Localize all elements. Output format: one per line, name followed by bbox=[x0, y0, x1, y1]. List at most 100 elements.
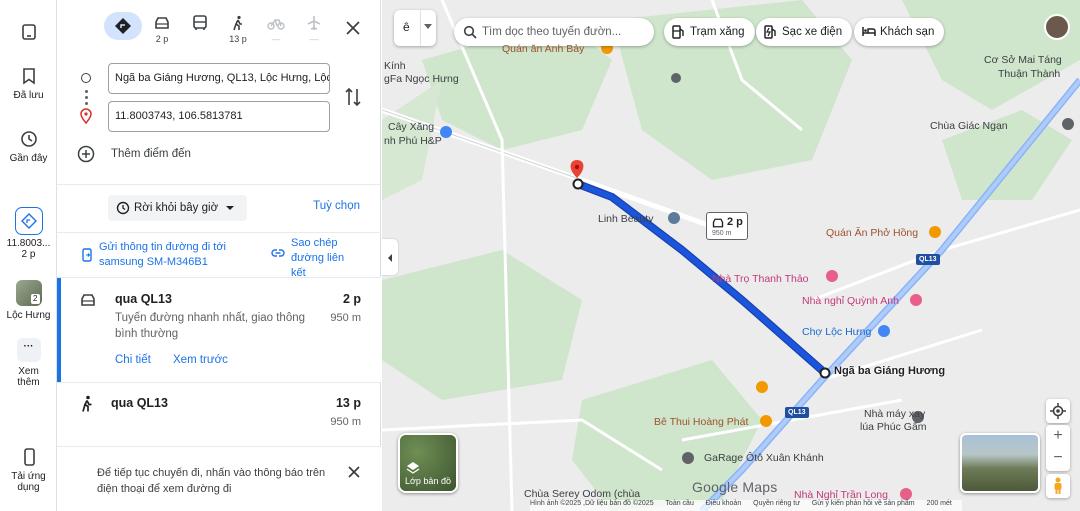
chip-hotel[interactable]: Khách sạn bbox=[854, 18, 945, 46]
search-along-route-input[interactable]: Tìm dọc theo tuyến đườn... bbox=[454, 18, 654, 46]
directions-fill-icon bbox=[115, 18, 131, 34]
close-icon[interactable] bbox=[347, 465, 361, 479]
mode-transit[interactable] bbox=[181, 12, 219, 52]
map-label-garage[interactable]: GaRage Ôtô Xuân Khánh bbox=[704, 452, 824, 464]
selector-divider bbox=[420, 10, 421, 46]
street-view-thumbnail[interactable] bbox=[960, 433, 1040, 493]
route-preview-link[interactable]: Xem trước bbox=[173, 354, 228, 366]
rail-current-route[interactable]: 11.8003... 2 p bbox=[0, 207, 57, 260]
map-label-kinh[interactable]: Kính bbox=[384, 60, 406, 72]
zoom-in-button[interactable]: + bbox=[1046, 425, 1070, 447]
phone-icon bbox=[23, 448, 35, 466]
route-time: 13 p bbox=[335, 396, 361, 410]
depart-time-dropdown[interactable]: Rời khỏi bây giờ bbox=[108, 195, 248, 221]
footer-global[interactable]: Toàn cầu bbox=[665, 500, 693, 507]
route-card-distance: 950 m bbox=[712, 230, 732, 237]
directions-panel: 2 p 13 p — — Ngã ba Giáng Hương, QL13, L… bbox=[57, 0, 381, 511]
send-to-phone-button[interactable]: Gửi thông tin đường đi tới samsung SM-M34… bbox=[81, 240, 249, 270]
map-label-lua-phuc-gam[interactable]: lúa Phúc Gấm bbox=[860, 421, 927, 433]
route-option-1[interactable]: qua QL13 2 p Tuyến đường nhanh nhất, gia… bbox=[57, 278, 381, 382]
map-label-be-thui[interactable]: Bê Thui Hoàng Phát bbox=[654, 416, 748, 428]
destination-input[interactable]: 11.8003743, 106.5813781 bbox=[108, 101, 330, 132]
send-label-line2: samsung SM-M346B1 bbox=[99, 256, 208, 268]
map-label-cay-xang[interactable]: Cây Xăng bbox=[388, 121, 434, 133]
language-selector[interactable]: ê bbox=[394, 10, 436, 46]
map-label-nha-tro-thanh-thao[interactable]: Nhà Trọ Thanh Thảo bbox=[712, 273, 809, 285]
map-label-nha-may-xay[interactable]: Nhà máy xay bbox=[864, 408, 925, 420]
rail-recent-label: Gần đây bbox=[9, 153, 48, 164]
map-label-thuan-thanh[interactable]: Thuận Thành bbox=[998, 68, 1060, 80]
mode-car[interactable]: 2 p bbox=[143, 12, 181, 52]
layers-button[interactable]: Lớp bản đồ bbox=[398, 433, 458, 493]
chip-ev-charging[interactable]: Sạc xe điện bbox=[756, 18, 853, 46]
map-label-quan-an-anh-bay[interactable]: Quán ăn Anh Bảy bbox=[502, 43, 584, 55]
map-label-pho-hong[interactable]: Quán Ăn Phở Hồng bbox=[826, 227, 918, 239]
route-time: 2 p bbox=[342, 292, 361, 306]
swap-icon[interactable] bbox=[343, 86, 363, 108]
highway-shield: QL13 bbox=[785, 407, 809, 418]
route-distance: 950 m bbox=[330, 416, 361, 428]
map-label-nga-ba[interactable]: Ngã ba Giáng Hương bbox=[834, 365, 945, 377]
mode-bike-time: — bbox=[271, 34, 281, 44]
rail-saved-label: Đã lưu bbox=[13, 90, 44, 101]
left-rail: Đã lưu Gần đây 11.8003... 2 p 2 Lộc Hưng… bbox=[0, 0, 57, 511]
rail-loc-hung[interactable]: 2 Lộc Hưng bbox=[0, 280, 57, 321]
chip-label: Khách sạn bbox=[880, 26, 935, 38]
footer-privacy[interactable]: Quyền riêng tư bbox=[753, 500, 800, 507]
bus-icon bbox=[193, 15, 207, 30]
mode-walk[interactable]: 13 p bbox=[219, 12, 257, 52]
chip-label: Trạm xăng bbox=[690, 26, 745, 38]
divider bbox=[57, 184, 381, 185]
account-avatar[interactable] bbox=[1044, 14, 1070, 40]
pegman-button[interactable] bbox=[1046, 474, 1070, 498]
map-label-chua-giac-ngan[interactable]: Chùa Giác Ngạn bbox=[930, 120, 1008, 132]
footer-terms[interactable]: Điều khoản bbox=[706, 500, 741, 507]
options-link[interactable]: Tuỳ chọn bbox=[313, 200, 360, 212]
google-maps-logo: Google Maps bbox=[692, 479, 778, 495]
origin-circle-icon bbox=[81, 73, 91, 83]
copy-link-button[interactable]: Sao chép đường liên kết bbox=[271, 236, 363, 281]
rail-get-app[interactable]: Tải ứng dụng bbox=[0, 447, 57, 493]
map-canvas[interactable]: ê Tìm dọc theo tuyến đườn... Trạm xăng S… bbox=[382, 0, 1080, 511]
more-icon: ··· bbox=[16, 338, 41, 362]
rail-app-line2: dụng bbox=[17, 482, 40, 493]
route-details-link[interactable]: Chi tiết bbox=[115, 354, 151, 366]
language-selector-label: ê bbox=[403, 20, 410, 34]
highway-shield: QL13 bbox=[916, 254, 940, 265]
route-option-2[interactable]: qua QL13 13 p 950 m bbox=[57, 382, 381, 442]
rail-app-line1: Tải ứng bbox=[11, 471, 46, 482]
map-label-gfa[interactable]: gFa Ngọc Hưng bbox=[384, 73, 459, 85]
my-location-button[interactable] bbox=[1046, 399, 1070, 423]
add-destination-button[interactable]: Thêm điểm đến bbox=[77, 145, 191, 163]
map-label-cho-loc-hung[interactable]: Chợ Lộc Hưng bbox=[802, 326, 871, 338]
map-label-chua-serey[interactable]: Chùa Serey Odom (chùa bbox=[524, 488, 640, 500]
place-thumbnail: 2 bbox=[15, 280, 42, 306]
footer-feedback[interactable]: Gửi ý kiến phản hồi về sản phẩm bbox=[812, 500, 915, 507]
clock-icon bbox=[116, 201, 130, 215]
rail-saved[interactable]: Đã lưu bbox=[0, 66, 57, 101]
origin-input[interactable]: Ngã ba Giáng Hương, QL13, Lộc Hưng, Lộc … bbox=[108, 63, 330, 94]
chip-gas-station[interactable]: Trạm xăng bbox=[664, 18, 755, 46]
footer-scale[interactable]: 200 mét bbox=[927, 500, 952, 507]
mode-best[interactable] bbox=[104, 12, 142, 52]
footer-copyright: Hình ảnh ©2025 ,Dữ liệu bản đồ ©2025 bbox=[530, 500, 654, 507]
send-label-line1: Gửi thông tin đường đi tới bbox=[99, 241, 226, 253]
mode-bike[interactable]: — bbox=[257, 12, 295, 52]
layers-label: Lớp bản đồ bbox=[405, 476, 451, 486]
history-icon bbox=[20, 131, 37, 147]
route-time-card[interactable]: 2 p 950 m bbox=[706, 212, 748, 240]
caret-left-icon bbox=[388, 254, 392, 262]
phone-notice: Để tiếp tục chuyến đi, nhấn vào thông bá… bbox=[57, 446, 381, 511]
map-label-linh-beauty[interactable]: Linh Beauty bbox=[598, 213, 653, 225]
rail-more[interactable]: ··· Xem thêm bbox=[0, 338, 57, 388]
map-label-phu-hp[interactable]: nh Phú H&P bbox=[384, 135, 442, 147]
menu-button[interactable] bbox=[0, 22, 57, 46]
close-icon[interactable] bbox=[343, 18, 363, 38]
zoom-out-button[interactable]: − bbox=[1046, 447, 1070, 469]
route-card-time: 2 p bbox=[727, 216, 743, 228]
collapse-panel-button[interactable] bbox=[382, 238, 399, 276]
mode-flight[interactable]: — bbox=[295, 12, 333, 52]
rail-recent[interactable]: Gần đây bbox=[0, 129, 57, 164]
map-label-co-so-mai-tang[interactable]: Cơ Sở Mai Táng bbox=[984, 54, 1062, 66]
map-label-quynh-anh[interactable]: Nhà nghỉ Quỳnh Anh bbox=[802, 295, 899, 307]
